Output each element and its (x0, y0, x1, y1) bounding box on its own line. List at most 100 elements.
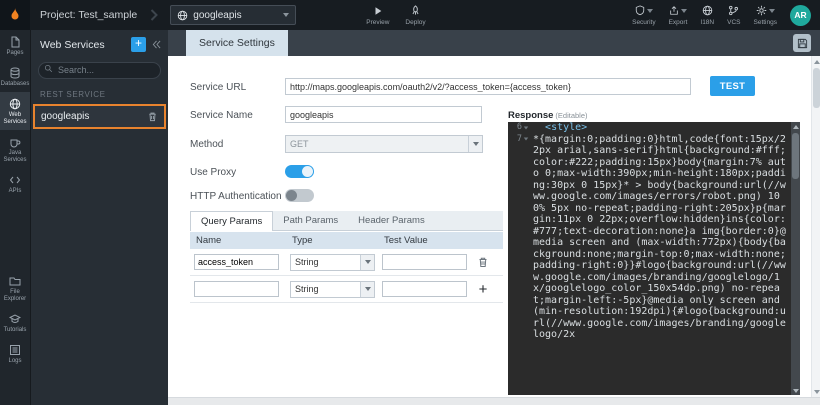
scroll-down-icon[interactable] (791, 386, 800, 395)
param-type-select[interactable]: String (290, 254, 375, 271)
editor-line: 7 *{margin:0;padding:0}html,code{font:15… (508, 134, 800, 341)
add-row-button[interactable]: + (479, 282, 488, 297)
globe-icon (177, 10, 188, 21)
breadcrumb-chevron-icon (150, 9, 158, 21)
add-service-button[interactable]: + (131, 37, 146, 52)
line-number: 7 (517, 134, 522, 146)
fold-icon[interactable] (524, 138, 529, 141)
param-type-value: String (291, 257, 360, 267)
gear-icon (756, 5, 767, 16)
param-type-select[interactable]: String (290, 281, 375, 298)
sidebar-item-label: Java Services (1, 150, 29, 164)
trash-icon (477, 256, 489, 268)
project-label: Project: Test_sample (40, 9, 137, 21)
code-brackets-icon (9, 174, 21, 186)
sidebar-item-file-explorer[interactable]: File Explorer (0, 269, 30, 307)
vertical-scrollbar[interactable] (811, 56, 820, 397)
editor-scrollbar[interactable] (791, 122, 800, 395)
topbar-menu-export[interactable]: Export (669, 5, 688, 26)
param-name-input[interactable] (194, 254, 279, 270)
sidebar-item-tutorials[interactable]: Tutorials (0, 307, 30, 338)
sidebar-item-label: Databases (1, 81, 30, 88)
chevron-down-icon (360, 255, 374, 270)
delete-row-button[interactable] (477, 256, 489, 268)
chevron-down-icon (769, 9, 775, 13)
param-name-input[interactable] (194, 281, 279, 297)
scroll-up-icon[interactable] (791, 122, 800, 131)
service-url-label: Service URL (190, 82, 246, 93)
topbar-menu-settings[interactable]: Settings (754, 5, 778, 26)
avatar[interactable]: AR (790, 5, 811, 26)
topbar-menu-vcs[interactable]: VCS (727, 5, 740, 26)
service-url-input[interactable] (285, 78, 691, 95)
scrollbar-thumb[interactable] (813, 68, 820, 108)
preview-label: Preview (366, 19, 389, 26)
deploy-button[interactable]: Deploy (405, 5, 425, 26)
service-name: googleapis (41, 111, 147, 122)
scroll-down-icon[interactable] (812, 387, 820, 396)
chevron-down-icon (360, 282, 374, 297)
line-number: 6 (517, 122, 522, 134)
sidebar-item-web-services[interactable]: Web Services (0, 92, 30, 130)
http-auth-toggle[interactable] (285, 189, 314, 202)
icon-sidebar: Pages Databases Web Services Java Servic… (0, 30, 30, 405)
use-proxy-toggle[interactable] (285, 165, 314, 178)
table-header-row: Name Type Test Value (190, 232, 503, 249)
use-proxy-label: Use Proxy (190, 167, 236, 178)
scrollbar-thumb[interactable] (792, 133, 799, 179)
sidebar-item-java-services[interactable]: Java Services (0, 130, 30, 168)
service-name-input[interactable] (285, 106, 482, 123)
fold-icon[interactable] (524, 126, 529, 129)
search-input[interactable] (38, 62, 161, 79)
database-icon (9, 67, 21, 79)
file-icon (9, 36, 21, 48)
toggle-knob (302, 166, 313, 177)
tab-strip: Service Settings (168, 30, 820, 56)
param-test-value-input[interactable] (382, 281, 467, 297)
service-list-item[interactable]: googleapis (33, 104, 166, 129)
method-select[interactable]: GET (285, 135, 483, 153)
sidebar-item-label: Tutorials (4, 327, 27, 334)
scroll-up-icon[interactable] (812, 57, 820, 66)
sidebar-spacer (0, 199, 30, 269)
param-test-value-input[interactable] (382, 254, 467, 270)
sidebar-item-apis[interactable]: APIs (0, 168, 30, 199)
sidebar-item-pages[interactable]: Pages (0, 30, 30, 61)
test-button[interactable]: TEST (710, 76, 755, 96)
chevron-down-icon (283, 13, 289, 17)
topbar-menu-i18n[interactable]: I18N (700, 5, 714, 26)
sidebar-item-logs[interactable]: Logs (0, 338, 30, 369)
services-panel: Web Services + REST SERVICE googleapis (30, 30, 168, 405)
params-table: Name Type Test Value String (190, 232, 503, 303)
toggle-knob (286, 190, 297, 201)
topbar-menu-security[interactable]: Security (632, 5, 655, 26)
service-dropdown[interactable]: googleapis (170, 5, 296, 25)
horizontal-scrollbar[interactable] (168, 397, 820, 405)
response-editable-label: (Editable) (555, 111, 587, 120)
main-area: Service Settings Service URL TEST Servic… (168, 30, 820, 405)
globe-icon (702, 5, 713, 17)
sidebar-item-databases[interactable]: Databases (0, 61, 30, 92)
save-button[interactable] (793, 34, 811, 52)
chevron-down-icon (468, 136, 482, 152)
tab-header-params[interactable]: Header Params (348, 211, 435, 230)
code-line: *{margin:0;padding:0}html,code{font:15px… (530, 134, 800, 341)
menu-label: VCS (727, 19, 740, 26)
trash-icon (147, 111, 158, 122)
param-tabs: Query Params Path Params Header Params (190, 211, 503, 231)
chevron-down-icon (681, 9, 687, 13)
sidebar-item-label: APIs (9, 188, 22, 195)
play-icon (373, 5, 383, 17)
tab-query-params[interactable]: Query Params (190, 211, 273, 231)
tab-service-settings[interactable]: Service Settings (186, 30, 288, 56)
collapse-panel-button[interactable] (152, 40, 161, 49)
flame-icon (7, 7, 23, 23)
service-name-label: Service Name (190, 110, 253, 121)
tab-path-params[interactable]: Path Params (273, 211, 348, 230)
app-logo[interactable] (0, 0, 30, 30)
delete-service-button[interactable] (147, 111, 158, 122)
response-editor[interactable]: 6 <style> 7 *{margin:0;padding:0}html,co… (508, 122, 800, 395)
preview-button[interactable]: Preview (366, 5, 389, 26)
param-type-value: String (291, 284, 360, 294)
menu-label: Export (669, 19, 688, 26)
